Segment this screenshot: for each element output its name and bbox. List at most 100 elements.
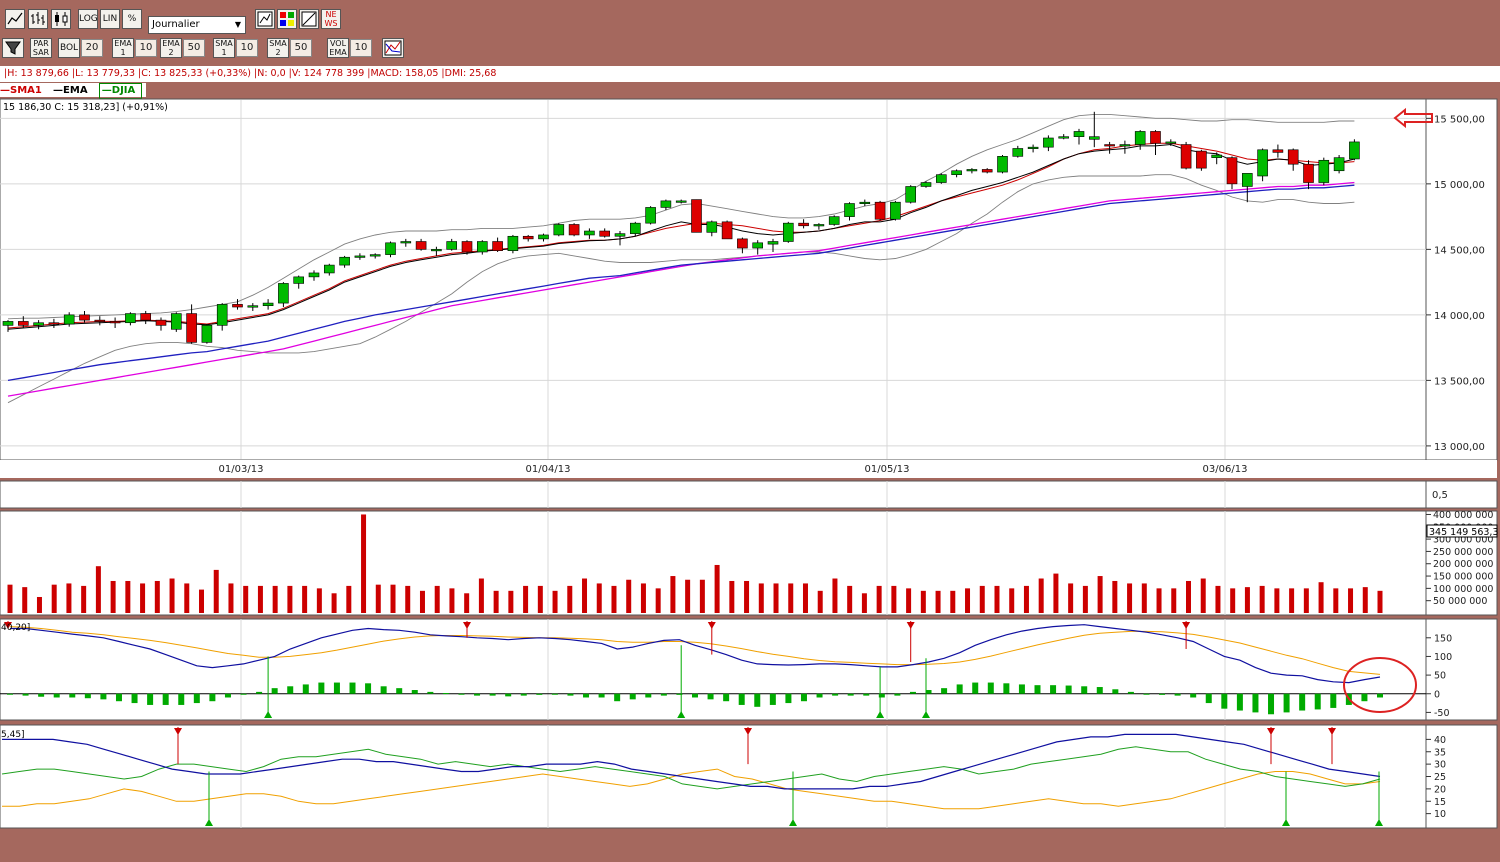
- candle-up: [1242, 173, 1253, 187]
- macd-histogram-bar: [349, 682, 356, 694]
- volume-bar: [582, 578, 588, 613]
- volume-bar: [1362, 587, 1368, 613]
- candle-down: [874, 201, 886, 220]
- macd-histogram-bar: [256, 691, 263, 694]
- candle-up: [966, 169, 978, 172]
- volume-bar: [685, 579, 691, 613]
- volume-bar: [891, 585, 897, 613]
- volume-bar: [508, 590, 514, 613]
- volume-bar: [906, 588, 912, 613]
- volume-bar: [1244, 587, 1250, 613]
- chart-area[interactable]: 0,5 13 000,00 13 500,00 14 000,00 14 500,00…: [0, 0, 1500, 862]
- macd-histogram-bar: [520, 693, 527, 696]
- volume-bar: [361, 514, 367, 613]
- macd-histogram-bar: [380, 686, 387, 694]
- candle-up: [201, 325, 213, 343]
- price-tick-label: 15 000,00: [1434, 180, 1485, 191]
- volume-bar: [1303, 588, 1309, 613]
- dmi-panel[interactable]: [0, 724, 1427, 829]
- candle-down: [1226, 157, 1238, 185]
- macd-histogram-bar: [707, 693, 714, 700]
- volume-bar: [1333, 588, 1339, 613]
- volume-bar: [1200, 578, 1206, 613]
- macd-histogram-bar: [396, 688, 403, 694]
- volume-bar: [1274, 588, 1280, 613]
- macd-histogram-bar: [489, 693, 496, 696]
- candle-up: [951, 170, 962, 175]
- candle-down: [737, 238, 748, 249]
- volume-bar: [390, 584, 396, 613]
- candle-down: [186, 313, 197, 343]
- macd-histogram-bar: [1081, 686, 1088, 694]
- candle-up: [935, 174, 947, 183]
- candle-up: [293, 276, 305, 284]
- candle-down: [94, 319, 106, 322]
- volume-bar: [1038, 578, 1044, 613]
- volume-bar: [51, 584, 57, 613]
- volume-bar: [169, 578, 175, 613]
- candle-down: [109, 321, 121, 324]
- price-tick-label: 13 500,00: [1434, 376, 1485, 387]
- volume-bar: [788, 583, 794, 613]
- macd-histogram-bar: [941, 688, 948, 694]
- macd-histogram-bar: [7, 693, 13, 695]
- macd-panel[interactable]: [0, 618, 1427, 721]
- candle-up: [890, 201, 901, 220]
- candle-up: [1165, 141, 1177, 144]
- macd-histogram-bar: [583, 693, 590, 698]
- macd-histogram-bar: [1159, 693, 1166, 695]
- macd-histogram-bar: [629, 693, 636, 700]
- candle-up: [629, 222, 641, 234]
- candle-up: [446, 241, 458, 250]
- candle-up: [645, 207, 656, 224]
- macd-histogram-bar: [240, 693, 247, 695]
- volume-bar: [817, 590, 823, 613]
- volume-bar: [287, 585, 293, 613]
- macd-histogram-bar: [754, 693, 761, 707]
- candle-down: [415, 241, 427, 250]
- macd-histogram-bar: [131, 693, 138, 704]
- volume-bar: [950, 590, 956, 613]
- macd-histogram-bar: [894, 693, 901, 696]
- macd-tick-label: 50: [1434, 671, 1446, 682]
- date-tick-label: 01/04/13: [526, 464, 571, 475]
- macd-histogram-bar: [411, 690, 418, 694]
- volume-bar: [1112, 580, 1118, 613]
- volume-bar: [670, 576, 676, 613]
- candle-up: [584, 230, 595, 236]
- candle-down: [1104, 144, 1115, 147]
- volume-bar: [1127, 583, 1133, 613]
- volume-bar: [1009, 588, 1015, 613]
- candle-up: [859, 201, 871, 204]
- macd-histogram-bar: [1127, 691, 1134, 694]
- volume-bar: [1053, 573, 1059, 613]
- volume-bar: [405, 585, 411, 613]
- candle-up: [308, 272, 320, 278]
- macd-tick-label: 0: [1434, 689, 1440, 700]
- candle-up: [553, 224, 565, 236]
- volume-bar: [434, 585, 440, 613]
- candle-down: [981, 169, 993, 173]
- macd-histogram-bar: [1018, 684, 1025, 694]
- dmi-tick-label: 10: [1434, 809, 1446, 820]
- macd-histogram-bar: [427, 691, 434, 694]
- macd-label: 40,20]: [1, 623, 30, 633]
- volume-bar: [81, 585, 87, 613]
- candle-up: [216, 304, 228, 326]
- volume-bar: [640, 583, 646, 613]
- macd-histogram-bar: [1330, 693, 1337, 708]
- candle-down: [1180, 144, 1192, 169]
- candle-up: [125, 313, 136, 324]
- volume-bar: [994, 585, 1000, 613]
- candle-up: [660, 200, 672, 208]
- macd-histogram-bar: [1221, 693, 1228, 709]
- candle-down: [79, 314, 90, 321]
- volume-tick-label: 150 000 000: [1433, 572, 1493, 583]
- date-tick-label: 03/06/13: [1203, 464, 1248, 475]
- macd-histogram-bar: [660, 693, 667, 696]
- volume-bar: [228, 583, 234, 613]
- macd-histogram-bar: [22, 693, 29, 696]
- volume-bar: [1082, 585, 1088, 613]
- macd-histogram-bar: [816, 693, 823, 698]
- dmi-tick-label: 35: [1434, 747, 1446, 758]
